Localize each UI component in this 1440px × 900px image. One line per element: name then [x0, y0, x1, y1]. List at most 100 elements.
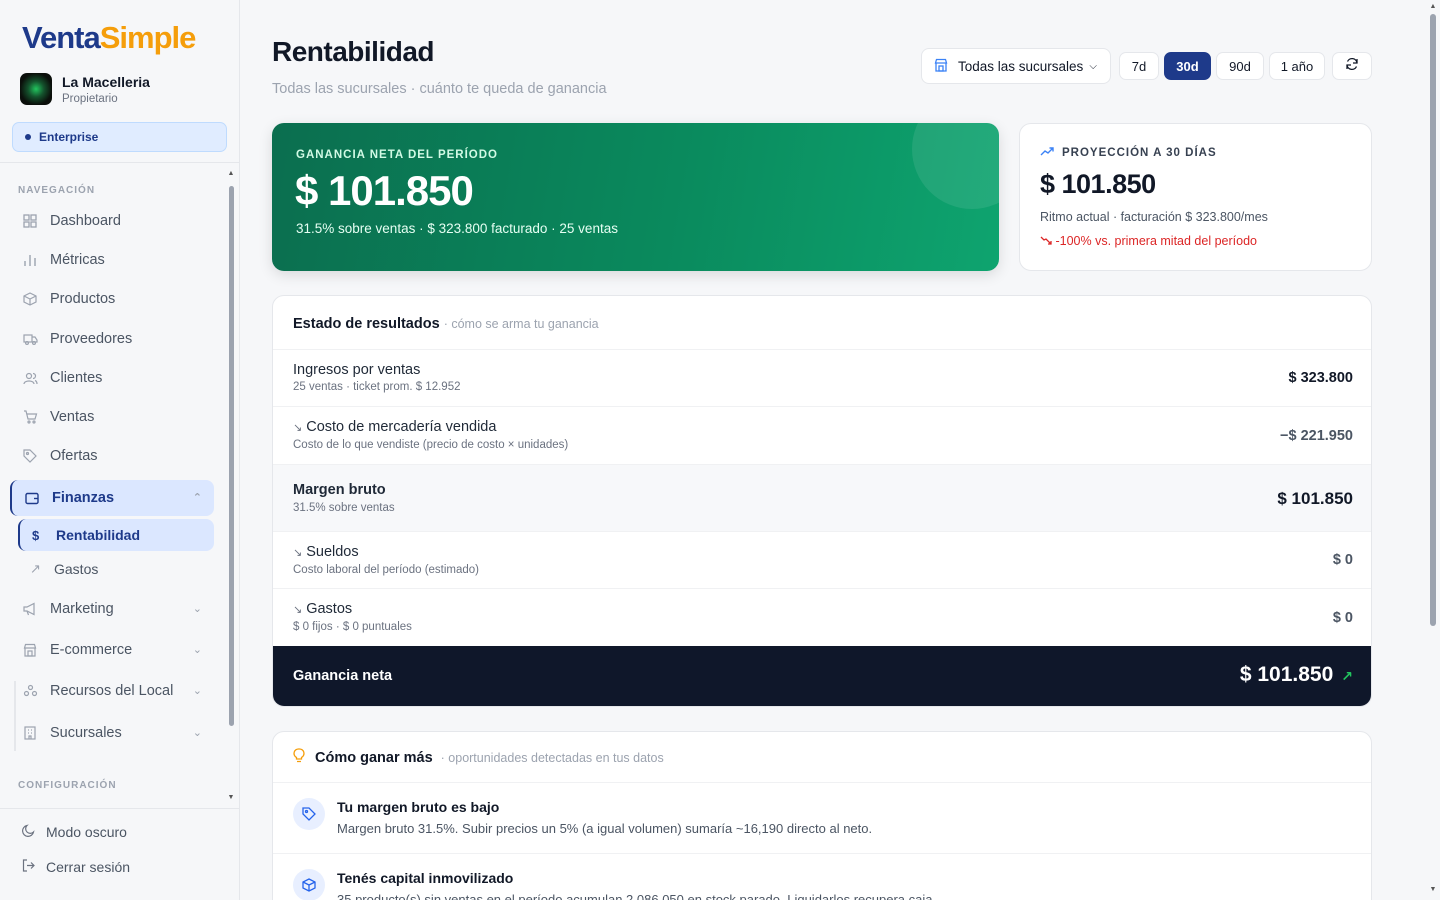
logout-button[interactable]: Cerrar sesión	[22, 859, 130, 875]
income-row-expenses: ↘ Gastos $ 0 fijos · $ 0 puntuales $ 0	[273, 588, 1371, 646]
row-subtitle: $ 0 fijos · $ 0 puntuales	[293, 621, 412, 633]
row-subtitle: Costo laboral del período (estimado)	[293, 564, 480, 576]
sidebar-item-label: Marketing	[50, 601, 114, 617]
row-subtitle: 31.5% sobre ventas	[293, 502, 395, 514]
page-title: Rentabilidad	[272, 36, 435, 67]
sidebar-subitem-rentabilidad[interactable]: $ Rentabilidad	[18, 519, 214, 551]
dashboard-icon	[22, 213, 38, 229]
net-profit-card: GANANCIA NETA DEL PERÍODO $ 101.850 31.5…	[272, 123, 999, 271]
row-title-text: Gastos	[306, 601, 353, 617]
sidebar-item-label: Dashboard	[50, 213, 121, 229]
account-profile[interactable]: La Macelleria Propietario	[20, 72, 150, 106]
range-30d-button[interactable]: 30d	[1164, 52, 1211, 80]
sidebar-item-dashboard[interactable]: Dashboard	[10, 203, 214, 239]
scroll-down-icon[interactable]: ▼	[227, 794, 235, 801]
tip-desc: Margen bruto 31.5%. Subir precios un 5% …	[337, 821, 873, 836]
sidebar-scrollbar-thumb[interactable]	[229, 186, 234, 726]
row-value: $ 323.800	[1288, 370, 1353, 386]
projection-label-text: PROYECCIÓN A 30 DÍAS	[1062, 146, 1217, 159]
arrow-down-right-icon: ↘	[293, 604, 303, 616]
main-content: Rentabilidad Todas las sucursales · cuán…	[240, 0, 1426, 900]
cart-icon	[22, 409, 38, 425]
plan-badge[interactable]: Enterprise	[12, 122, 227, 152]
trend-down-icon	[1040, 234, 1052, 248]
plan-label: Enterprise	[39, 130, 99, 144]
users-icon	[22, 370, 38, 386]
row-title: ↘ Gastos	[293, 601, 352, 617]
range-7d-button[interactable]: 7d	[1119, 52, 1159, 80]
projection-delta-text: -100% vs. primera mitad del período	[1055, 234, 1257, 248]
sidebar-item-ofertas[interactable]: Ofertas	[10, 438, 214, 474]
store-icon	[22, 642, 38, 658]
tips-hint: · oportunidades detectadas en tus datos	[440, 750, 664, 765]
sidebar: VentaSimple La Macelleria Propietario En…	[0, 0, 240, 900]
range-90d-button[interactable]: 90d	[1216, 52, 1264, 80]
income-row-sales: Ingresos por ventas 25 ventas · ticket p…	[273, 349, 1371, 406]
tips-title: Cómo ganar más · oportunidades detectada…	[293, 748, 664, 767]
sidebar-item-ecommerce[interactable]: E-commerce ⌄	[10, 632, 214, 668]
projection-rhythm: Ritmo actual · facturación $ 323.800/mes	[1040, 210, 1268, 224]
tag-icon	[22, 448, 38, 464]
branch-select[interactable]: Todas las sucursales ⌵	[921, 48, 1111, 84]
trend-icon: ↗	[30, 561, 41, 576]
row-title: ↘ Costo de mercadería vendida	[293, 419, 496, 435]
store-icon	[934, 58, 948, 75]
truck-icon	[22, 331, 38, 347]
scroll-up-icon[interactable]: ▲	[1428, 3, 1438, 10]
net-profit-label: GANANCIA NETA DEL PERÍODO	[296, 149, 498, 161]
arrow-down-right-icon: ↘	[293, 422, 303, 434]
arrow-down-right-icon: ↘	[293, 547, 303, 559]
refresh-button[interactable]	[1332, 52, 1372, 80]
section-label-configuracion: CONFIGURACIÓN	[18, 780, 117, 791]
sidebar-item-metricas[interactable]: Métricas	[10, 242, 214, 278]
sidebar-item-label: Gastos	[54, 561, 99, 577]
tip-item[interactable]: Tu margen bruto es bajo Margen bruto 31.…	[273, 782, 1371, 853]
income-row-salaries: ↘ Sueldos Costo laboral del período (esti…	[273, 531, 1371, 588]
chevron-down-icon: ⌄	[192, 603, 202, 615]
sidebar-item-ventas[interactable]: Ventas	[10, 399, 214, 435]
net-value: $ 101.850	[1239, 663, 1334, 686]
sidebar-item-recursos[interactable]: Recursos del Local ⌄	[10, 673, 214, 709]
row-title: Ingresos por ventas	[293, 362, 421, 378]
chevron-down-icon: ⌄	[192, 727, 202, 739]
scroll-down-icon[interactable]: ▼	[1428, 886, 1438, 893]
income-row-cogs: ↘ Costo de mercadería vendida Costo de lo…	[273, 406, 1371, 464]
sidebar-item-label: Ventas	[50, 409, 95, 425]
sidebar-item-proveedores[interactable]: Proveedores	[10, 321, 214, 357]
brand-logo[interactable]: VentaSimple	[22, 20, 196, 56]
income-row-gross-margin: Margen bruto 31.5% sobre ventas $ 101.85…	[273, 464, 1371, 531]
sidebar-item-label: Recursos del Local	[50, 683, 174, 699]
dark-mode-toggle[interactable]: Modo oscuro	[22, 824, 127, 840]
income-title-text: Estado de resultados	[293, 316, 440, 332]
income-hint: · cómo se arma tu ganancia	[443, 317, 599, 331]
plan-dot-icon	[25, 134, 31, 140]
range-1y-button[interactable]: 1 año	[1269, 52, 1325, 80]
branch-select-value: Todas las sucursales	[958, 58, 1084, 74]
row-value: $ 0	[1332, 552, 1353, 568]
sidebar-item-marketing[interactable]: Marketing ⌄	[10, 591, 214, 627]
sidebar-item-label: Finanzas	[52, 490, 115, 506]
sidebar-item-label: Sucursales	[50, 725, 122, 741]
bulb-icon	[293, 748, 305, 767]
sidebar-item-productos[interactable]: Productos	[10, 281, 214, 317]
page-scrollbar[interactable]: ▲ ▼	[1426, 0, 1440, 900]
income-statement-title: Estado de resultados · cómo se arma tu g…	[293, 316, 599, 332]
box-icon	[293, 869, 325, 900]
scroll-up-icon[interactable]: ▲	[227, 170, 235, 177]
tip-title: Tenés capital inmovilizado	[337, 870, 514, 886]
net-profit-value: $ 101.850	[295, 167, 474, 214]
sidebar-item-label: Productos	[50, 291, 116, 307]
sidebar-scrollbar[interactable]: ▲ ▼	[227, 170, 235, 806]
sidebar-item-label: Métricas	[50, 252, 105, 268]
sidebar-subitem-gastos[interactable]: ↗ Gastos	[18, 553, 214, 585]
tip-item[interactable]: Tenés capital inmovilizado 35 producto(s…	[273, 853, 1371, 900]
row-title: Ganancia neta	[293, 668, 393, 684]
page-scrollbar-thumb[interactable]	[1430, 14, 1436, 626]
account-role: Propietario	[62, 92, 118, 105]
row-title-text: Costo de mercadería vendida	[306, 419, 497, 435]
row-subtitle: 25 ventas · ticket prom. $ 12.952	[293, 381, 461, 393]
sidebar-item-sucursales[interactable]: Sucursales ⌄	[10, 715, 214, 751]
sidebar-item-finanzas[interactable]: Finanzas ⌃	[10, 480, 214, 516]
income-statement-card: Estado de resultados · cómo se arma tu g…	[272, 295, 1372, 707]
sidebar-item-clientes[interactable]: Clientes	[10, 360, 214, 396]
